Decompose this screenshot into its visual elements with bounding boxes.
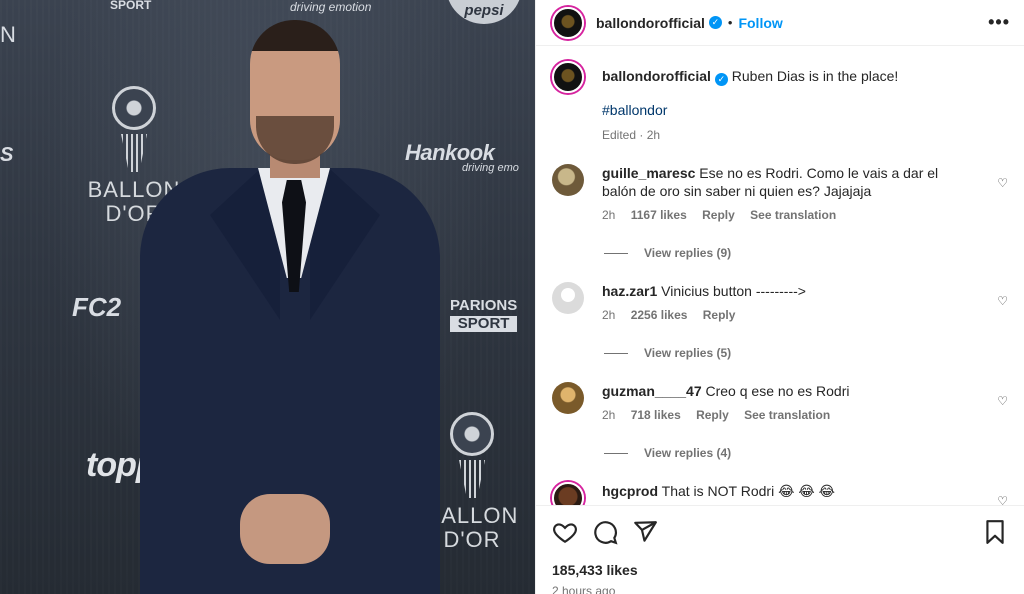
comment-item: haz.zar1 Vinicius button ---------> 2h 2…: [552, 282, 1008, 360]
trophy-stem-icon: [459, 460, 485, 498]
reply-button[interactable]: Reply: [703, 308, 736, 322]
comment-meta: 2h 718 likes Reply See translation: [602, 408, 1008, 422]
comment-meta: 2h 1167 likes Reply See translation: [602, 208, 1008, 222]
comment-username[interactable]: hgcprod: [602, 483, 658, 499]
parions-sport-label: SPORT: [450, 316, 518, 332]
caption-avatar[interactable]: [552, 61, 584, 93]
author-username[interactable]: ballondorofficial: [596, 15, 705, 31]
commenter-avatar[interactable]: [552, 382, 584, 414]
comment-time: 2h: [602, 408, 616, 422]
post-actions: 185,433 likes 2 hours ago: [536, 505, 1024, 594]
hashtag-link[interactable]: #ballondor: [602, 102, 1008, 118]
author-avatar[interactable]: [552, 6, 584, 39]
comment-likes[interactable]: 1167 likes: [631, 208, 687, 222]
post-viewer: N S SPORT driving emotion pepsi Hankook …: [0, 0, 1024, 594]
view-replies-label: View replies (4): [644, 446, 732, 460]
sponsor-edge-n: N: [0, 22, 16, 47]
post-details-panel: ballondorofficial ✓ • Follow ••• ballond…: [535, 0, 1024, 594]
post-photo[interactable]: N S SPORT driving emotion pepsi Hankook …: [0, 0, 535, 594]
view-replies-label: View replies (9): [644, 246, 732, 260]
trophy-ball-icon: [450, 412, 494, 456]
comment-text: Vinicius button --------->: [661, 283, 806, 299]
caption-text: Ruben Dias is in the place!: [731, 68, 899, 84]
reply-button[interactable]: Reply: [696, 408, 729, 422]
comments-feed[interactable]: ballondorofficial ✓ Ruben Dias is in the …: [536, 47, 1024, 505]
comment-meta: 2h 2256 likes Reply: [602, 308, 1008, 322]
sponsor-edge-s: S: [0, 144, 14, 166]
share-icon[interactable]: [632, 519, 658, 545]
comment-like-heart-icon[interactable]: ♡: [997, 294, 1008, 308]
comment-likes[interactable]: 718 likes: [631, 408, 681, 422]
likes-count[interactable]: 185,433 likes: [552, 562, 1008, 578]
sponsor-driving-emotion-top: driving emotion: [290, 0, 372, 14]
commenter-avatar[interactable]: [552, 164, 584, 196]
sponsor-fc-logo: FC2: [72, 292, 122, 322]
sponsor-driving-emotion: driving emo: [462, 162, 519, 174]
action-icons: [552, 518, 1008, 546]
sponsor-sport-top: SPORT: [110, 0, 152, 12]
commenter-avatar[interactable]: [552, 482, 584, 505]
header-separator: •: [727, 15, 733, 30]
view-replies-button[interactable]: View replies (4): [604, 446, 1008, 460]
clasped-hands: [240, 494, 330, 564]
comment-item: hgcprod That is NOT Rodri 😂 😂 😂 ♡: [552, 482, 1008, 505]
comment-text: Creo q ese no es Rodri: [705, 383, 850, 399]
comment-username[interactable]: haz.zar1: [602, 283, 657, 299]
post-timestamp: 2 hours ago: [552, 584, 616, 594]
comment-like-heart-icon[interactable]: ♡: [997, 176, 1008, 190]
comment-username[interactable]: guzman____47: [602, 383, 702, 399]
comment-text: That is NOT Rodri 😂 😂 😂: [661, 483, 835, 499]
post-header: ballondorofficial ✓ • Follow •••: [536, 0, 1024, 46]
comment-text-line: guille_maresc Ese no es Rodri. Como le v…: [602, 164, 964, 200]
post-caption: ballondorofficial ✓ Ruben Dias is in the …: [552, 61, 1008, 142]
comment-text-line: haz.zar1 Vinicius button --------->: [602, 282, 964, 300]
comment-icon[interactable]: [592, 519, 618, 545]
comment-item: guille_maresc Ese no es Rodri. Como le v…: [552, 164, 1008, 260]
comment-likes[interactable]: 2256 likes: [631, 308, 688, 322]
reply-button[interactable]: Reply: [702, 208, 735, 222]
parions-label: PARIONS: [450, 297, 518, 314]
beard: [256, 116, 334, 164]
heart-icon[interactable]: [552, 519, 578, 545]
verified-badge-icon: ✓: [714, 73, 728, 86]
view-replies-button[interactable]: View replies (5): [604, 346, 1008, 360]
comment-like-heart-icon[interactable]: ♡: [997, 394, 1008, 408]
view-replies-button[interactable]: View replies (9): [604, 246, 1008, 260]
verified-badge-icon: ✓: [708, 16, 722, 29]
see-translation-button[interactable]: See translation: [750, 208, 836, 222]
caption-meta: Edited · 2h: [602, 128, 661, 142]
comment-time: 2h: [602, 308, 616, 322]
commenter-avatar[interactable]: [552, 282, 584, 314]
comment-username[interactable]: guille_maresc: [602, 165, 695, 181]
bookmark-icon[interactable]: [982, 519, 1008, 545]
comment-text-line: hgcprod That is NOT Rodri 😂 😂 😂: [602, 482, 964, 500]
player-figure: [140, 20, 440, 594]
comment-time: 2h: [602, 208, 616, 222]
caption-line: ballondorofficial ✓ Ruben Dias is in the …: [602, 61, 1008, 86]
more-options-icon[interactable]: •••: [988, 12, 1010, 33]
comment-item: guzman____47 Creo q ese no es Rodri 2h 7…: [552, 382, 1008, 460]
caption-username[interactable]: ballondorofficial: [602, 68, 711, 84]
see-translation-button[interactable]: See translation: [744, 408, 830, 422]
comment-text-line: guzman____47 Creo q ese no es Rodri: [602, 382, 964, 400]
view-replies-label: View replies (5): [644, 346, 732, 360]
follow-button[interactable]: Follow: [738, 15, 782, 31]
sponsor-parions-sport-logo: PARIONS SPORT: [450, 297, 518, 332]
comment-like-heart-icon[interactable]: ♡: [997, 494, 1008, 505]
